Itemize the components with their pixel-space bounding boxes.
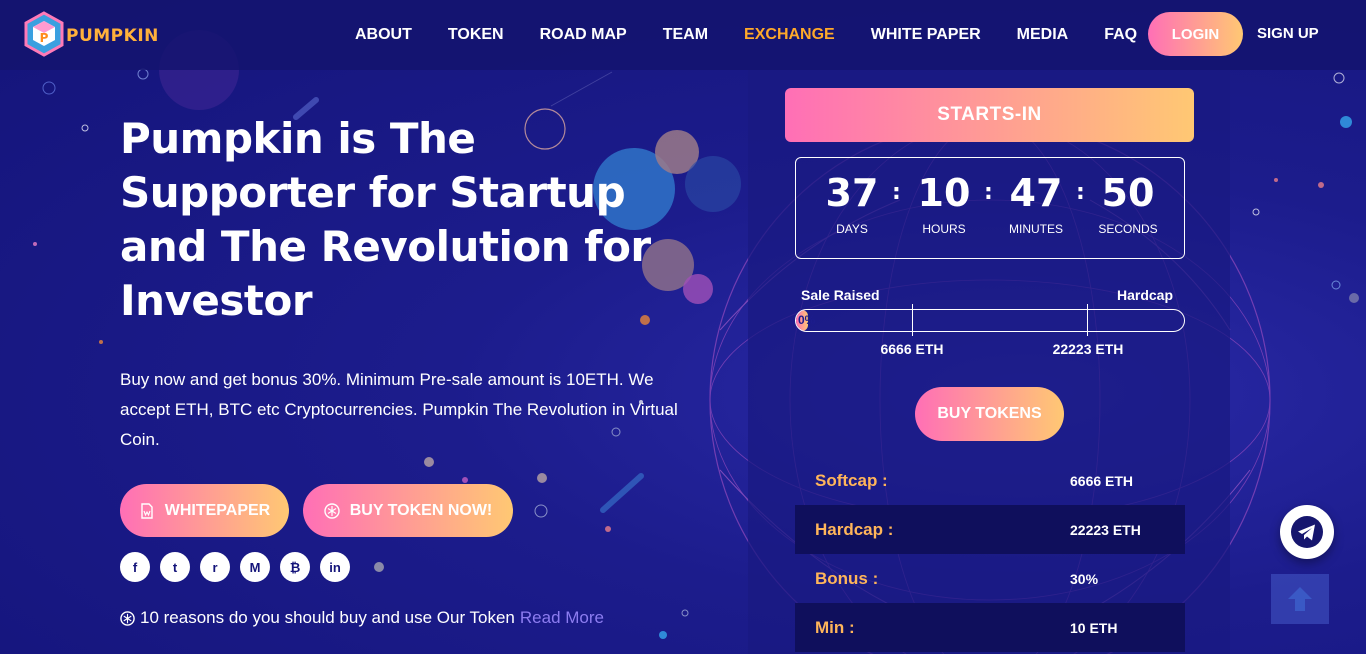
nav-item-token[interactable]: TOKEN — [436, 22, 504, 48]
brand-name: PUMPKIN — [66, 26, 159, 46]
medium-icon[interactable]: M — [240, 552, 270, 582]
countdown-timer: 37 DAYS : 10 HOURS : 47 MINUTES : 50 SEC… — [795, 157, 1185, 259]
sale-info-key: Softcap : — [815, 470, 888, 490]
buy-tokens-button[interactable]: BUY TOKENS — [915, 387, 1064, 441]
nav-item-team[interactable]: TEAM — [651, 22, 708, 48]
nav-item-exchange[interactable]: EXCHANGE — [732, 22, 835, 48]
countdown-hours-label: HOURS — [922, 222, 966, 236]
sale-info-value: 22223 ETH — [1070, 521, 1141, 538]
sale-info-key: Bonus : — [815, 568, 879, 588]
countdown-days-label: DAYS — [836, 222, 868, 236]
arrow-up-icon — [1288, 587, 1312, 611]
countdown-seconds-label: SECONDS — [1098, 222, 1158, 236]
countdown-days: 37 DAYS — [812, 170, 892, 236]
document-icon — [141, 502, 153, 519]
countdown-seconds-value: 50 — [1101, 171, 1155, 215]
hero-description: Buy now and get bonus 30%. Minimum Pre-s… — [120, 370, 678, 449]
bitcoin-icon[interactable]: ₿ — [280, 552, 310, 582]
reasons-line: 10 reasons do you should buy and use Our… — [120, 606, 604, 630]
sale-info-row: Bonus : 30% — [795, 554, 1185, 603]
telegram-button[interactable] — [1280, 505, 1334, 559]
countdown-hours: 10 HOURS — [904, 170, 984, 236]
nav-item-white-paper[interactable]: WHITE PAPER — [859, 22, 981, 48]
reasons-text: 10 reasons do you should buy and use Our… — [140, 608, 515, 627]
buy-token-now-button[interactable]: BUY TOKEN NOW! — [303, 484, 513, 537]
hardcap-label: Hardcap — [1117, 287, 1174, 303]
brand-logo[interactable]: P PUMPKIN — [24, 11, 174, 57]
sale-info-value: 6666 ETH — [1070, 472, 1134, 489]
sale-info-row: Min : 10 ETH — [795, 603, 1185, 652]
softcap-marker — [912, 304, 913, 336]
linkedin-icon[interactable]: in — [320, 552, 350, 582]
countdown-separator: : — [892, 180, 901, 205]
countdown-minutes: 47 MINUTES — [996, 170, 1076, 236]
countdown-separator: : — [984, 180, 993, 205]
whitepaper-button[interactable]: WHITEPAPER — [120, 484, 289, 537]
countdown-days-value: 37 — [825, 171, 879, 215]
buy-token-now-label: BUY TOKEN NOW! — [349, 501, 493, 519]
starts-in-banner: STARTS-IN — [785, 88, 1194, 142]
sale-raised-label: Sale Raised — [801, 287, 880, 303]
nav-item-media[interactable]: MEDIA — [1005, 22, 1069, 48]
countdown-separator: : — [1076, 180, 1085, 205]
back-to-top-button[interactable] — [1271, 574, 1329, 624]
whitepaper-button-label: WHITEPAPER — [164, 501, 271, 519]
countdown-hours-value: 10 — [917, 171, 971, 215]
sale-info-row: Softcap : 6666 ETH — [795, 456, 1185, 505]
nav-item-road-map[interactable]: ROAD MAP — [528, 22, 627, 48]
facebook-icon[interactable]: f — [120, 552, 150, 582]
hardcap-marker-label: 22223 ETH — [1052, 341, 1124, 357]
twitter-icon[interactable]: t — [160, 552, 190, 582]
sale-progress-bar: 0% — [795, 309, 1185, 332]
countdown-minutes-label: MINUTES — [1009, 222, 1063, 236]
softcap-marker-label: 6666 ETH — [880, 341, 944, 357]
coin-icon — [120, 610, 135, 626]
countdown-seconds: 50 SECONDS — [1088, 170, 1168, 236]
login-button[interactable]: LOGIN — [1148, 12, 1243, 56]
sale-info-value: 30% — [1070, 570, 1099, 587]
hero-title: Pumpkin is The Supporter for Startup and… — [120, 114, 651, 325]
hardcap-marker — [1087, 304, 1088, 336]
reddit-icon[interactable]: r — [200, 552, 230, 582]
coin-icon — [324, 502, 340, 519]
pumpkin-logo-icon: P — [24, 11, 64, 57]
svg-text:P: P — [40, 31, 49, 45]
main-nav: ABOUT TOKEN ROAD MAP TEAM EXCHANGE WHITE PAPE… — [343, 22, 1161, 48]
sale-info-key: Min : — [815, 617, 855, 637]
sale-info-row: Hardcap : 22223 ETH — [795, 505, 1185, 554]
signup-button[interactable]: SIGN UP — [1257, 22, 1319, 46]
sale-progress-percent: 0% — [798, 313, 816, 327]
sale-info-value: 10 ETH — [1070, 619, 1118, 636]
read-more-link[interactable]: Read More — [520, 606, 604, 630]
telegram-icon — [1291, 516, 1323, 548]
social-links: f t r M ₿ in — [120, 552, 360, 582]
nav-item-faq[interactable]: FAQ — [1092, 22, 1137, 48]
countdown-minutes-value: 47 — [1009, 171, 1063, 215]
sale-info-key: Hardcap : — [815, 519, 894, 539]
nav-item-about[interactable]: ABOUT — [343, 22, 412, 48]
site-header: P PUMPKIN ABOUT TOKEN ROAD MAP TEAM EXCHANGE… — [0, 0, 1366, 70]
